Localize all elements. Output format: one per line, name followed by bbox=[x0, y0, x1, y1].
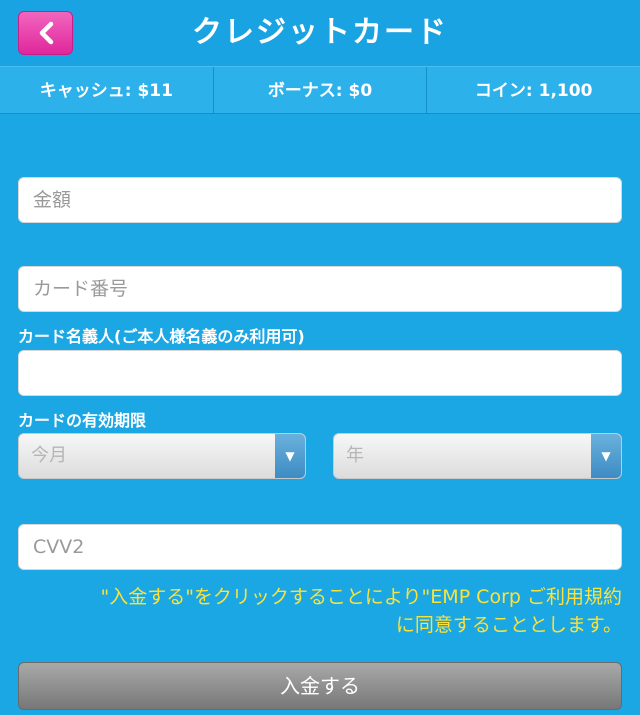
chevron-down-icon: ▼ bbox=[275, 434, 305, 478]
expiry-month-value: 今月 bbox=[31, 445, 67, 466]
balance-bar: キャッシュ: $11 ボーナス: $0 コイン: 1,100 bbox=[0, 66, 640, 114]
cvv-input[interactable] bbox=[18, 524, 622, 570]
deposit-button[interactable]: 入金する bbox=[18, 662, 622, 710]
chevron-down-icon: ▼ bbox=[591, 434, 621, 478]
expiry-month-select[interactable]: 今月 ▼ bbox=[18, 433, 306, 479]
card-number-input[interactable] bbox=[18, 266, 622, 312]
coin-balance: コイン: 1,100 bbox=[474, 81, 593, 101]
expiry-year-select[interactable]: 年 ▼ bbox=[333, 433, 622, 479]
expiry-label: カードの有効期限 bbox=[18, 411, 147, 430]
terms-line-2: に同意することとします。 bbox=[395, 614, 622, 636]
card-holder-label: カード名義人(ご本人様名義のみ利用可) bbox=[18, 327, 305, 346]
page-title: クレジットカード bbox=[192, 15, 448, 50]
bonus-balance: ボーナス: $0 bbox=[214, 67, 428, 113]
header: クレジットカード bbox=[0, 0, 640, 66]
expiry-year-value: 年 bbox=[346, 445, 364, 466]
cash-balance: キャッシュ: $11 bbox=[0, 67, 214, 113]
amount-input[interactable] bbox=[18, 177, 622, 223]
terms-line-1: "入金する"をクリックすることにより"EMP Corp ご利用規約 bbox=[100, 586, 622, 608]
terms-notice: "入金する"をクリックすることにより"EMP Corp ご利用規約 に同意するこ… bbox=[18, 583, 622, 639]
card-holder-input[interactable] bbox=[18, 350, 622, 396]
